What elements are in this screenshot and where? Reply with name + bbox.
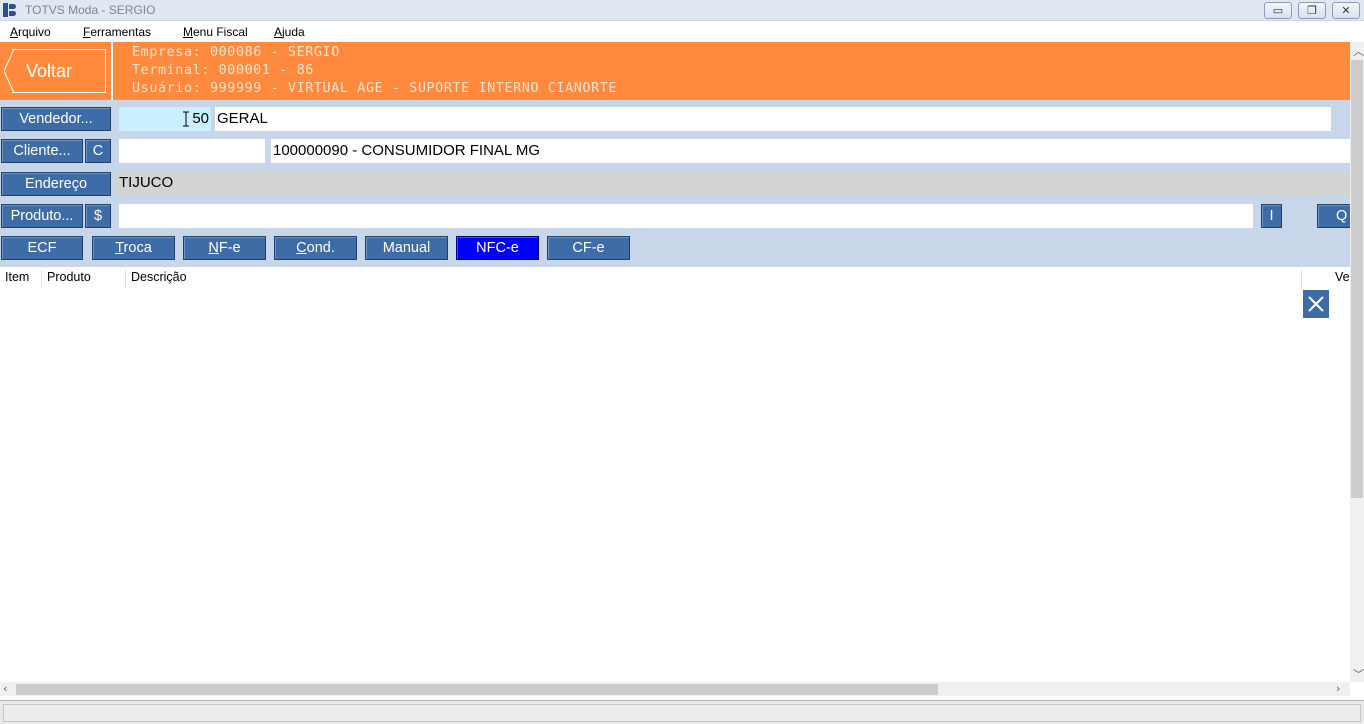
cliente-name-field: 100000090 - CONSUMIDOR FINAL MG: [271, 139, 1350, 163]
back-button[interactable]: Voltar: [4, 47, 108, 95]
restore-button[interactable]: ❐: [1298, 2, 1326, 19]
terminal-info: Terminal: 000001 - 86: [132, 63, 314, 78]
vertical-scrollbar[interactable]: ︿ ﹀: [1350, 42, 1364, 682]
scroll-left-icon[interactable]: ‹: [3, 682, 7, 695]
vendedor-name-field: GERAL: [215, 107, 1331, 131]
sale-form: Vendedor... 50 GERAL Cliente... C 100000…: [0, 100, 1350, 267]
window-title: TOTVS Moda - SERGIO: [25, 3, 156, 17]
cfe-button[interactable]: CF-e: [547, 236, 630, 260]
text-cursor-icon: [182, 111, 190, 127]
menu-ferramentas[interactable]: Ferramentas: [83, 25, 151, 39]
column-descricao[interactable]: Descrição: [126, 270, 1302, 288]
scroll-up-icon[interactable]: ︿: [1353, 43, 1364, 59]
menu-bar: Arquivo Ferramentas Menu Fiscal Ajuda: [0, 22, 1364, 42]
nfe-button[interactable]: NF-e: [183, 236, 266, 260]
title-bar: TOTVS Moda - SERGIO ▭ ❐ ✕: [0, 0, 1364, 21]
session-header: Voltar Empresa: 000086 - SERGIO Terminal…: [0, 42, 1350, 100]
minimize-icon: ▭: [1272, 4, 1284, 17]
produto-button[interactable]: Produto...: [1, 204, 83, 228]
vendedor-button[interactable]: Vendedor...: [1, 107, 111, 131]
scroll-down-icon[interactable]: ﹀: [1353, 666, 1364, 682]
horizontal-scroll-thumb[interactable]: [16, 684, 938, 695]
column-ve[interactable]: Ve: [1330, 270, 1350, 288]
cliente-code-input[interactable]: [119, 139, 265, 163]
vendedor-code: 50: [192, 110, 209, 127]
back-button-label: Voltar: [26, 61, 73, 81]
endereco-button[interactable]: Endereço: [1, 172, 111, 196]
cliente-c-button[interactable]: C: [85, 139, 111, 163]
close-window-icon: ✕: [1341, 4, 1351, 17]
minimize-button[interactable]: ▭: [1264, 2, 1292, 19]
nfce-button[interactable]: NFC-e: [456, 236, 539, 260]
horizontal-scrollbar[interactable]: ‹ ›: [0, 682, 1350, 696]
status-panel: [3, 704, 1361, 722]
app-icon: [3, 3, 17, 17]
vertical-scroll-thumb[interactable]: [1351, 60, 1363, 498]
produto-q-button[interactable]: Q: [1317, 204, 1350, 228]
close-items-button[interactable]: [1303, 290, 1329, 318]
produto-i-button[interactable]: I: [1261, 204, 1282, 228]
manual-button[interactable]: Manual: [365, 236, 448, 260]
scroll-right-icon[interactable]: ›: [1336, 682, 1340, 695]
empresa-info: Empresa: 000086 - SERGIO: [132, 45, 340, 60]
column-item[interactable]: Item: [0, 270, 42, 288]
ecf-button[interactable]: ECF: [1, 236, 83, 260]
menu-arquivo[interactable]: Arquivo: [10, 25, 51, 39]
status-bar: [0, 700, 1364, 724]
troca-button[interactable]: Troca: [92, 236, 175, 260]
price-button[interactable]: $: [85, 204, 111, 228]
vendedor-code-input[interactable]: 50: [119, 107, 211, 131]
close-window-button[interactable]: ✕: [1332, 2, 1360, 19]
cond-button[interactable]: Cond.: [274, 236, 357, 260]
produto-input[interactable]: [119, 204, 1253, 228]
column-produto[interactable]: Produto: [42, 270, 126, 288]
items-table-body[interactable]: [0, 289, 1350, 681]
close-icon: [1308, 296, 1324, 312]
endereco-value: TIJUCO: [119, 174, 174, 191]
cliente-button[interactable]: Cliente...: [1, 139, 83, 163]
menu-ajuda[interactable]: Ajuda: [274, 25, 305, 39]
usuario-info: Usuário: 999999 - VIRTUAL AGE - SUPORTE …: [132, 81, 618, 96]
menu-fiscal[interactable]: Menu Fiscal: [183, 25, 248, 39]
items-table-header: Item Produto Descrição Ve: [0, 269, 1350, 288]
restore-icon: ❐: [1307, 4, 1317, 17]
